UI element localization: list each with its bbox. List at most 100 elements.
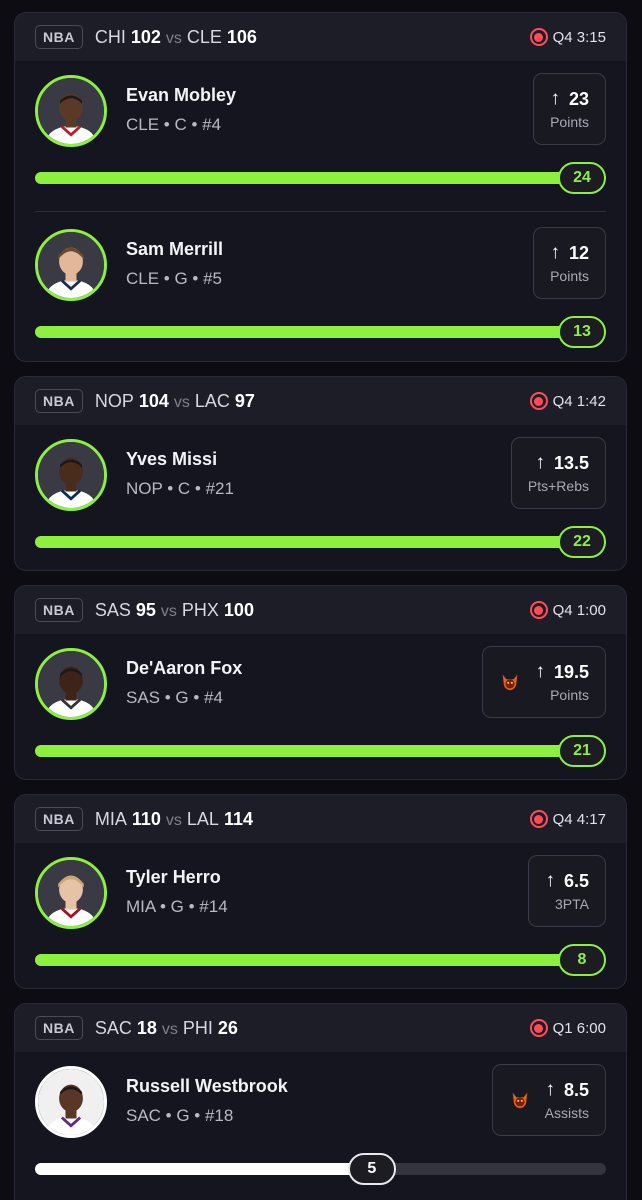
away-score: 110: [131, 808, 161, 829]
up-arrow-icon: ↑: [535, 661, 545, 682]
player-name[interactable]: De'Aaron Fox: [126, 658, 242, 679]
player-team-position: MIA • G • #14: [126, 897, 228, 916]
demon-icon: [499, 671, 535, 693]
player-avatar[interactable]: [35, 75, 107, 147]
live-status: Q4 3:15: [529, 13, 606, 61]
prop-stat-type: Points: [550, 114, 589, 130]
vs-label: vs: [173, 393, 190, 411]
game-clock: Q1 6:00: [552, 1019, 606, 1037]
prop-line-box[interactable]: ↑ 19.5 Points: [482, 646, 606, 718]
prop-line-value: 23: [568, 88, 589, 109]
up-arrow-icon: ↑: [545, 1079, 555, 1100]
player-avatar[interactable]: [35, 229, 107, 301]
live-indicator-icon: [529, 28, 548, 46]
prop-line-value: 6.5: [563, 870, 589, 891]
player-name[interactable]: Evan Mobley: [126, 85, 236, 106]
progress-fill: [35, 954, 606, 966]
progress-track: 13: [35, 316, 606, 348]
game-header[interactable]: NBA SAC 18 vs PHI 26 Q1 6:00: [15, 1004, 626, 1052]
progress-fill: [35, 1163, 372, 1175]
game-clock: Q4 1:00: [552, 601, 606, 619]
progress-track: 8: [35, 944, 606, 976]
up-arrow-icon: ↑: [550, 242, 560, 263]
player-name[interactable]: Sam Merrill: [126, 239, 223, 260]
league-badge: NBA: [35, 1016, 83, 1040]
away-team: SAS: [94, 599, 131, 620]
prop-line-value: 8.5: [563, 1079, 589, 1100]
progress-track: 21: [35, 735, 606, 767]
live-indicator-icon: [529, 601, 548, 619]
home-score: 114: [223, 808, 253, 829]
prop-stat-type: 3PTA: [555, 896, 589, 912]
game-header[interactable]: NBA CHI 102 vs CLE 106 Q4 3:15: [15, 13, 626, 61]
up-arrow-icon: ↑: [545, 870, 555, 891]
player-name[interactable]: Russell Westbrook: [126, 1076, 288, 1097]
prop-line-box[interactable]: ↑ 8.5 Assists: [491, 1064, 606, 1136]
game-header[interactable]: NBA MIA 110 vs LAL 114 Q4 4:17: [15, 795, 626, 843]
game-header[interactable]: NBA NOP 104 vs LAC 97 Q4 1:42: [15, 377, 626, 425]
league-badge: NBA: [35, 389, 83, 413]
live-status: Q4 1:00: [529, 586, 606, 634]
player-prop-row[interactable]: Evan Mobley CLE • C • #4 ↑ 23 Points 24: [15, 61, 626, 211]
row-divider: [35, 211, 606, 212]
current-stat-bubble: 22: [558, 526, 606, 558]
matchup-score: NOP 104 vs LAC 97: [95, 391, 255, 412]
player-prop-row[interactable]: Sam Merrill CLE • G • #5 ↑ 12 Points 13: [15, 211, 626, 361]
prop-line-box[interactable]: ↑ 12 Points: [533, 227, 606, 299]
live-indicator-icon: [529, 392, 548, 410]
player-team-position: NOP • C • #21: [126, 479, 234, 498]
current-stat-bubble: 13: [558, 316, 606, 348]
prop-line-box[interactable]: ↑ 13.5 Pts+Rebs: [510, 437, 606, 509]
live-indicator-icon: [529, 810, 548, 828]
player-prop-row[interactable]: Yves Missi NOP • C • #21 ↑ 13.5 Pts+Rebs…: [15, 425, 626, 570]
game-header[interactable]: NBA SAS 95 vs PHX 100 Q4 1:00: [15, 586, 626, 634]
game-card[interactable]: NBA SAC 18 vs PHI 26 Q1 6:00 Russell Wes…: [14, 1003, 627, 1200]
player-prop-row[interactable]: Russell Westbrook SAC • G • #18 ↑ 8.5 As…: [15, 1052, 626, 1200]
live-status: Q1 6:00: [529, 1004, 606, 1052]
player-name[interactable]: Tyler Herro: [126, 867, 221, 888]
away-score: 104: [138, 390, 169, 411]
game-card[interactable]: NBA SAS 95 vs PHX 100 Q4 1:00 De'Aaron F…: [14, 585, 627, 780]
live-status: Q4 4:17: [529, 795, 606, 843]
live-indicator-icon: [529, 1019, 548, 1037]
player-prop-row[interactable]: Tyler Herro MIA • G • #14 ↑ 6.5 3PTA 8: [15, 843, 626, 988]
progress-fill: [35, 745, 606, 757]
progress-fill: [35, 536, 606, 548]
player-avatar[interactable]: [35, 648, 107, 720]
game-card[interactable]: NBA CHI 102 vs CLE 106 Q4 3:15 Evan Mobl…: [14, 12, 627, 362]
away-team: SAC: [94, 1017, 132, 1038]
away-team: CHI: [94, 26, 126, 47]
home-team: PHI: [182, 1017, 213, 1038]
demon-icon: [509, 1089, 545, 1111]
home-score: 106: [226, 26, 257, 47]
progress-track: 5: [35, 1153, 606, 1185]
league-badge: NBA: [35, 598, 83, 622]
progress-fill: [35, 326, 606, 338]
live-props-list: NBA CHI 102 vs CLE 106 Q4 3:15 Evan Mobl…: [0, 0, 642, 1200]
player-name[interactable]: Yves Missi: [126, 449, 217, 470]
prop-stat-type: Assists: [544, 1105, 589, 1121]
away-score: 18: [136, 1017, 157, 1038]
home-team: PHX: [181, 599, 219, 620]
vs-label: vs: [165, 811, 182, 829]
away-score: 102: [130, 26, 161, 47]
player-avatar[interactable]: [35, 439, 107, 511]
home-score: 97: [234, 390, 255, 411]
player-team-position: SAS • G • #4: [126, 688, 223, 707]
home-team: LAC: [194, 390, 230, 411]
league-badge: NBA: [35, 807, 83, 831]
current-stat-bubble: 8: [558, 944, 606, 976]
prop-line-box[interactable]: ↑ 23 Points: [533, 73, 606, 145]
game-card[interactable]: NBA NOP 104 vs LAC 97 Q4 1:42 Yves Missi…: [14, 376, 627, 571]
away-team: NOP: [94, 390, 134, 411]
game-card[interactable]: NBA MIA 110 vs LAL 114 Q4 4:17 Tyler Her…: [14, 794, 627, 989]
prop-line-value: 19.5: [553, 661, 589, 682]
player-prop-row[interactable]: De'Aaron Fox SAS • G • #4 ↑ 19.5 Points …: [15, 634, 626, 779]
prop-stat-type: Points: [550, 687, 589, 703]
prop-line-box[interactable]: ↑ 6.5 3PTA: [528, 855, 606, 927]
player-avatar[interactable]: [35, 857, 107, 929]
vs-label: vs: [165, 29, 182, 47]
vs-label: vs: [160, 602, 177, 620]
player-avatar[interactable]: [35, 1066, 107, 1138]
current-stat-bubble: 21: [558, 735, 606, 767]
